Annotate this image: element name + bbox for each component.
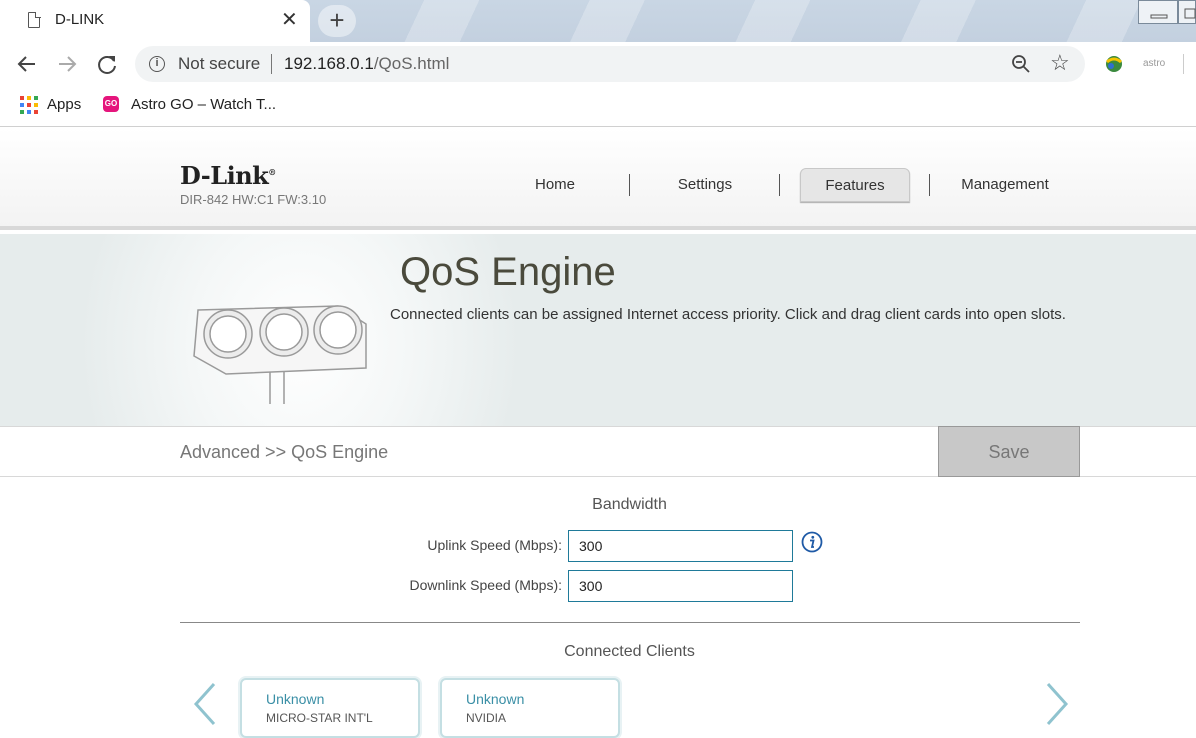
new-tab-button[interactable]: +	[318, 5, 356, 37]
info-icon[interactable]	[801, 531, 823, 553]
nav-settings[interactable]: Settings	[655, 168, 755, 202]
registered-mark: ®	[268, 167, 276, 177]
astro-extension-icon[interactable]: astro	[1143, 58, 1165, 69]
forward-button[interactable]	[53, 50, 81, 78]
bookmark-apps[interactable]: Apps	[47, 96, 81, 113]
connected-clients-title: Connected Clients	[564, 643, 695, 660]
browser-tab[interactable]: D-LINK ✕	[0, 0, 310, 42]
client-type: Unknown	[466, 691, 525, 707]
breadcrumb-bar: Advanced >> QoS Engine Save	[0, 426, 1196, 477]
minimize-icon	[1150, 14, 1168, 19]
next-arrow-icon[interactable]	[1042, 680, 1072, 730]
url-text[interactable]: 192.168.0.1/QoS.html	[284, 54, 449, 74]
previous-arrow-icon[interactable]	[190, 680, 220, 730]
client-vendor: NVIDIA	[466, 711, 507, 725]
qos-banner: QoS Engine Connected clients can be assi…	[0, 234, 1196, 426]
address-separator	[271, 54, 272, 74]
nav-divider	[629, 174, 630, 196]
url-host: 192.168.0.1	[284, 54, 374, 73]
breadcrumb: Advanced >> QoS Engine	[180, 442, 389, 462]
reload-icon	[98, 56, 116, 74]
nav-management[interactable]: Management	[950, 168, 1060, 202]
client-vendor: MICRO-STAR INT'L	[266, 711, 373, 725]
bookmark-astro-go[interactable]: Astro GO – Watch T...	[131, 96, 276, 113]
maximize-window-button[interactable]	[1178, 0, 1196, 24]
back-arrow-icon	[17, 56, 35, 72]
extension-globe-icon[interactable]	[1103, 54, 1125, 74]
security-status: Not secure	[178, 54, 261, 73]
minimize-window-button[interactable]	[1138, 0, 1178, 24]
astro-go-icon: GO	[103, 96, 119, 112]
nav-features[interactable]: Features	[800, 168, 910, 202]
close-tab-icon[interactable]: ✕	[281, 8, 298, 32]
client-card[interactable]: Unknown NVIDIA	[440, 678, 620, 738]
router-header: D-Link® DIR-842 HW:C1 FW:3.10 Home Setti…	[0, 128, 1196, 230]
uplink-speed-input[interactable]	[568, 530, 793, 562]
qos-traffic-light-icon	[193, 305, 367, 404]
bandwidth-section-title: Bandwidth	[592, 496, 667, 513]
bookmarks-bar: Apps GO Astro GO – Watch T...	[0, 86, 1196, 127]
forward-arrow-icon	[59, 56, 77, 72]
downlink-speed-input[interactable]	[568, 570, 793, 602]
uplink-speed-label: Uplink Speed (Mbps):	[427, 537, 562, 553]
nav-divider	[929, 174, 930, 196]
back-button[interactable]	[13, 50, 41, 78]
tab-title: D-LINK	[55, 11, 105, 28]
section-divider	[180, 622, 1080, 623]
document-icon	[28, 11, 41, 28]
client-card[interactable]: Unknown MICRO-STAR INT'L	[240, 678, 420, 738]
url-path: /QoS.html	[373, 54, 450, 73]
nav-divider	[779, 174, 780, 196]
reload-button[interactable]	[93, 50, 121, 78]
zoom-out-icon[interactable]	[1011, 54, 1031, 74]
page-title: QoS Engine	[400, 250, 616, 294]
site-info-icon[interactable]: i	[149, 56, 165, 72]
tab-bar-background	[380, 0, 1140, 42]
bookmark-star-icon[interactable]: ☆	[1050, 50, 1070, 76]
nav-home[interactable]: Home	[505, 168, 605, 202]
browser-toolbar: i Not secure 192.168.0.1/QoS.html ☆ astr…	[0, 42, 1196, 86]
toolbar-divider	[1183, 54, 1184, 74]
downlink-speed-label: Downlink Speed (Mbps):	[409, 577, 562, 593]
page-description: Connected clients can be assigned Intern…	[390, 306, 1066, 323]
device-info: DIR-842 HW:C1 FW:3.10	[180, 192, 327, 207]
apps-grid-icon[interactable]	[20, 96, 38, 114]
client-type: Unknown	[266, 691, 325, 707]
browser-tab-bar: D-LINK ✕ +	[0, 0, 1196, 42]
save-button[interactable]: Save	[938, 426, 1080, 477]
dlink-logo[interactable]: D-Link®	[180, 161, 276, 190]
address-bar[interactable]: i Not secure 192.168.0.1/QoS.html ☆	[135, 46, 1085, 82]
restore-icon	[1184, 8, 1196, 19]
logo-text: D-Link	[180, 161, 269, 190]
